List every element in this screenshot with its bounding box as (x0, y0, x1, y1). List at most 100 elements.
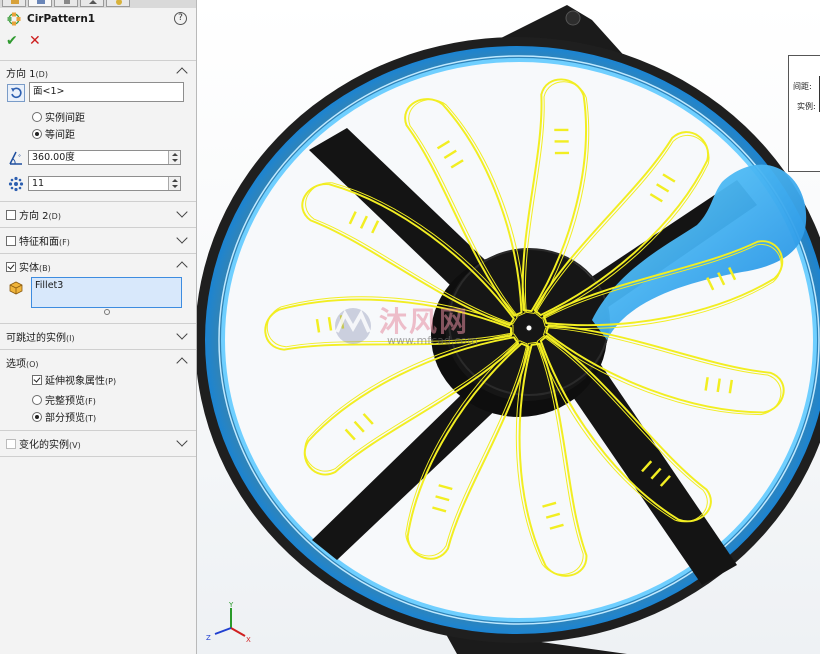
tab-feature-manager[interactable] (2, 0, 26, 7)
manager-tabs (0, 0, 196, 8)
axis-triad-icon: Y X Z (206, 601, 251, 644)
fan-model[interactable] (197, 0, 820, 654)
pattern-axis-field[interactable]: 面<1> (29, 82, 184, 102)
tab-configuration-manager[interactable] (54, 0, 78, 7)
feature-tree-icon (11, 0, 19, 4)
instance-count-input[interactable]: 11 (28, 176, 181, 191)
vary-instances-label: 变化的实例 (19, 440, 69, 451)
skip-instances-key: (I) (66, 334, 75, 343)
configuration-icon (64, 0, 70, 4)
radio-selected-icon (32, 412, 42, 422)
dimxpert-icon (89, 0, 97, 4)
options-key: (O) (26, 360, 39, 369)
equal-spacing-label: 等间距 (45, 130, 75, 141)
angle-spinner[interactable] (168, 151, 180, 164)
divider (0, 253, 196, 254)
bodies-selection-list[interactable]: Fillet3 (31, 277, 182, 308)
instance-count-icon (8, 176, 24, 192)
direction2-key: (D) (48, 212, 61, 221)
bodies-checkbox[interactable]: 实体(B) (6, 259, 51, 274)
watermark-url: www.mfcad.com (387, 334, 478, 347)
y-axis-label: Y (228, 601, 234, 609)
options-label: 选项 (6, 359, 26, 370)
x-axis-label: X (246, 636, 251, 644)
propagate-visual-label: 延伸视象属性 (45, 376, 105, 387)
reverse-direction-icon (11, 87, 22, 99)
angle-input[interactable]: 360.00度 (28, 150, 181, 165)
bodies-label: 实体 (19, 263, 39, 274)
help-button[interactable]: ? (174, 12, 187, 25)
list-resize-handle[interactable] (104, 309, 110, 315)
collapse-direction1-icon[interactable] (176, 67, 188, 79)
vary-instances-key: (V) (69, 441, 81, 450)
skip-instances-label: 可跳过的实例 (6, 333, 66, 344)
features-faces-checkbox[interactable]: 特征和面(F) (6, 233, 70, 248)
radio-icon (32, 395, 42, 405)
expand-skip-instances-icon[interactable] (176, 328, 188, 340)
tab-display-manager[interactable] (106, 0, 130, 7)
divider (0, 349, 196, 350)
solid-body-icon (9, 281, 23, 295)
radio-selected-icon (32, 129, 42, 139)
reverse-direction-button[interactable] (7, 84, 25, 102)
expand-features-icon[interactable] (176, 232, 188, 244)
direction2-label: 方向 2 (19, 211, 49, 222)
partial-preview-label: 部分预览 (45, 413, 85, 424)
vary-instances-checkbox[interactable]: 变化的实例(V) (6, 436, 81, 451)
skip-instances-header[interactable]: 可跳过的实例(I) (6, 329, 75, 344)
bodies-key: (B) (39, 264, 51, 273)
divider (0, 430, 196, 431)
instances-label: 实例: (797, 102, 816, 111)
collapse-bodies-icon[interactable] (176, 261, 188, 273)
mount-hole (565, 10, 581, 26)
instance-spacing-radio[interactable]: 实例间距 (32, 109, 85, 124)
checkbox-disabled-icon (6, 439, 16, 449)
checkbox-icon (6, 236, 16, 246)
svg-text:°: ° (18, 154, 21, 161)
body-item[interactable]: Fillet3 (35, 278, 181, 291)
feature-title-row: CirPattern1 ? (0, 11, 196, 29)
instance-spacing-label: 实例间距 (45, 113, 85, 124)
property-manager-panel: CirPattern1 ? ✔ ✕ 方向 1(D) 面<1> 实例间距 等间距 … (0, 0, 197, 654)
watermark-logo (335, 308, 371, 344)
propagate-key: (P) (105, 377, 117, 386)
divider (0, 456, 196, 457)
propagate-visual-checkbox[interactable]: 延伸视象属性(P) (32, 372, 116, 387)
divider (0, 201, 196, 202)
tab-property-manager[interactable] (28, 0, 52, 7)
full-preview-radio[interactable]: 完整预览(F) (32, 392, 96, 407)
tab-dimxpert[interactable] (80, 0, 104, 7)
angle-icon: ° (9, 151, 22, 165)
equal-spacing-radio[interactable]: 等间距 (32, 126, 75, 141)
checkbox-checked-icon (32, 375, 42, 385)
partial-preview-radio[interactable]: 部分预览(T) (32, 409, 96, 424)
direction2-checkbox[interactable]: 方向 2(D) (6, 207, 61, 222)
pattern-center-point (525, 324, 533, 332)
instance-count-value: 11 (32, 178, 45, 189)
cancel-button[interactable]: ✕ (29, 34, 41, 48)
full-preview-label: 完整预览 (45, 396, 85, 407)
full-preview-key: (F) (85, 397, 96, 406)
collapse-options-icon[interactable] (176, 357, 188, 369)
count-spinner[interactable] (168, 177, 180, 190)
feature-title: CirPattern1 (27, 13, 96, 25)
expand-vary-instances-icon[interactable] (176, 435, 188, 447)
graphics-viewport[interactable]: 间距: 实例: 沐风网 www.mfcad.com Y X Z (197, 0, 820, 654)
spacing-label: 间距: (793, 82, 812, 91)
direction1-header[interactable]: 方向 1(D) (6, 65, 48, 80)
features-faces-label: 特征和面 (19, 237, 59, 248)
divider (0, 227, 196, 228)
direction1-label: 方向 1 (6, 69, 36, 80)
display-icon (116, 0, 122, 5)
property-icon (37, 0, 45, 4)
features-faces-key: (F) (59, 238, 70, 247)
radio-icon (32, 112, 42, 122)
z-axis-label: Z (206, 634, 211, 642)
options-header[interactable]: 选项(O) (6, 355, 39, 370)
angle-value: 360.00度 (32, 152, 75, 163)
divider (0, 60, 196, 61)
checkbox-checked-icon (6, 262, 16, 272)
expand-direction2-icon[interactable] (176, 206, 188, 218)
ok-button[interactable]: ✔ (6, 34, 18, 48)
pattern-callout: 间距: 实例: (788, 55, 820, 172)
